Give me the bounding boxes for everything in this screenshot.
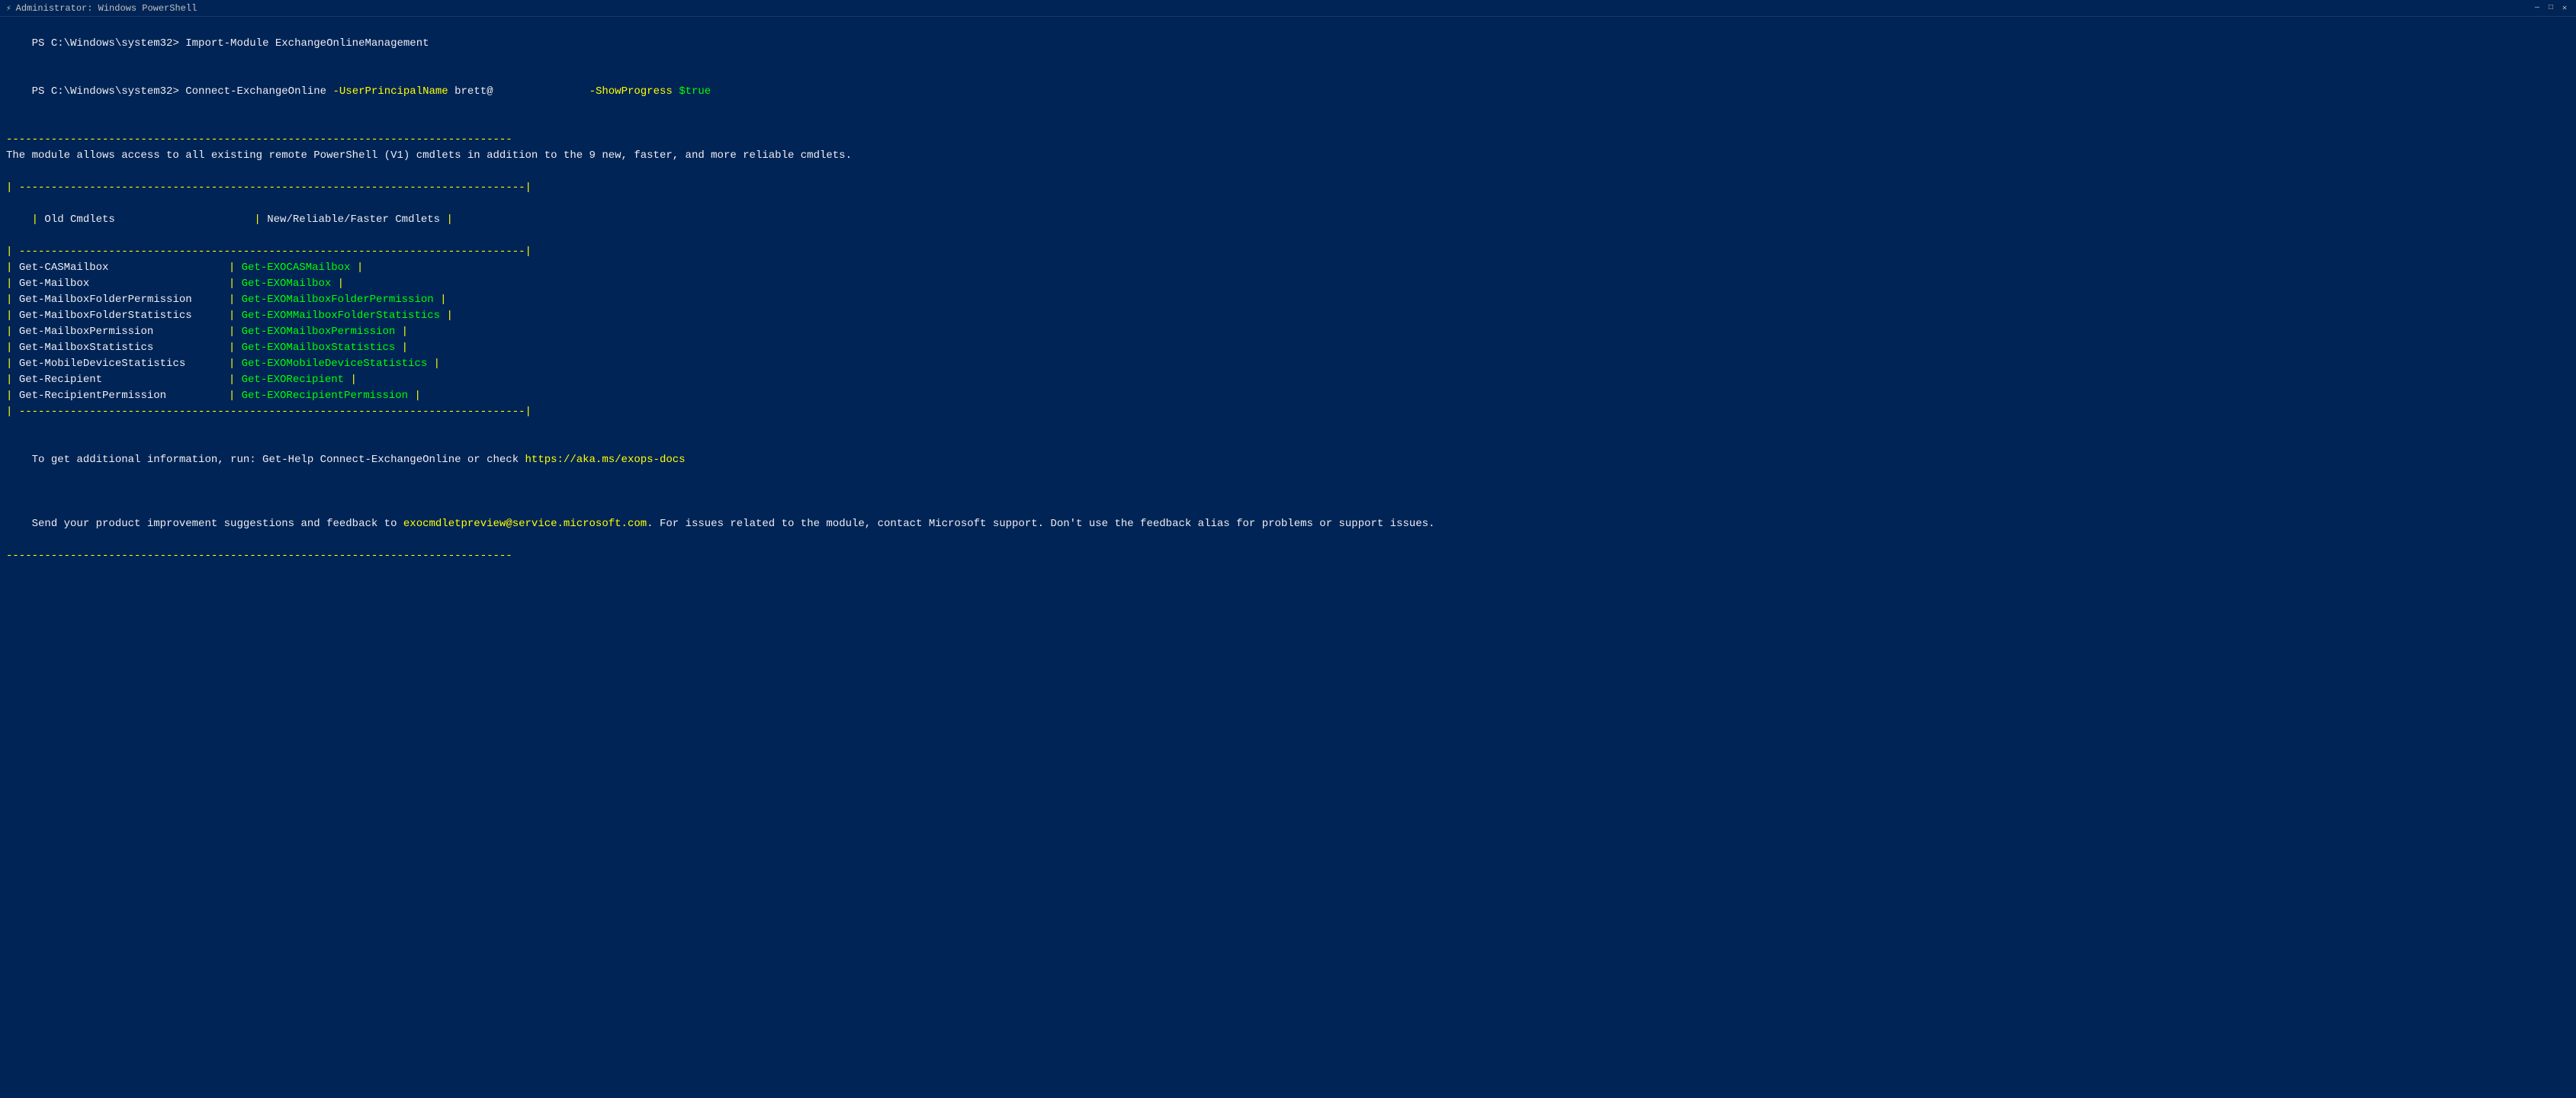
- additional-info-line: To get additional information, run: Get-…: [6, 436, 2570, 484]
- docs-link: https://aka.ms/exops-docs: [525, 454, 686, 466]
- old-cmdlet: Get-MobileDeviceStatistics: [19, 356, 229, 372]
- header-old: Old Cmdlets: [44, 212, 254, 228]
- old-cmdlet: Get-Recipient: [19, 372, 229, 388]
- feedback-line: Send your product improvement suggestion…: [6, 500, 2570, 548]
- table-rows: | Get-CASMailbox| Get-EXOCASMailbox || G…: [6, 260, 2570, 404]
- window-icon: ⚡: [6, 3, 11, 14]
- additional-info-text: To get additional information, run: Get-…: [32, 454, 525, 466]
- table-row: | Get-MobileDeviceStatistics| Get-EXOMob…: [6, 356, 2570, 372]
- table-row: | Get-Mailbox| Get-EXOMailbox |: [6, 276, 2570, 292]
- new-cmdlet: Get-EXORecipientPermission: [242, 390, 408, 402]
- divider-3: | --------------------------------------…: [6, 244, 2570, 260]
- param-1: -UserPrincipalName: [332, 85, 454, 98]
- table-row: | Get-MailboxFolderPermission| Get-EXOMa…: [6, 292, 2570, 308]
- header-new: New/Reliable/Faster Cmdlets: [267, 214, 440, 226]
- old-cmdlet: Get-MailboxFolderPermission: [19, 292, 229, 308]
- feedback-text-2: . For issues related to the module, cont…: [647, 518, 1434, 530]
- import-module-line: PS C:\Windows\system32> Import-Module Ex…: [6, 20, 2570, 68]
- new-cmdlet: Get-EXOMailbox: [242, 278, 332, 290]
- new-cmdlet: Get-EXOMMailboxFolderStatistics: [242, 310, 440, 322]
- table-header: | Old Cmdlets| New/Reliable/Faster Cmdle…: [6, 196, 2570, 244]
- divider-1: ----------------------------------------…: [6, 132, 2570, 148]
- connect-line: PS C:\Windows\system32> Connect-Exchange…: [6, 68, 2570, 116]
- new-cmdlet: Get-EXORecipient: [242, 374, 344, 386]
- table-row: | Get-CASMailbox| Get-EXOCASMailbox |: [6, 260, 2570, 276]
- old-cmdlet: Get-RecipientPermission: [19, 388, 229, 404]
- divider-4: | --------------------------------------…: [6, 404, 2570, 420]
- window-title: Administrator: Windows PowerShell: [16, 3, 198, 14]
- module-info: The module allows access to all existing…: [6, 148, 2570, 164]
- old-cmdlet: Get-MailboxStatistics: [19, 340, 229, 356]
- feedback-text-1: Send your product improvement suggestion…: [32, 518, 403, 530]
- old-cmdlet: Get-CASMailbox: [19, 260, 229, 276]
- table-row: | Get-MailboxFolderStatistics| Get-EXOMM…: [6, 308, 2570, 324]
- old-cmdlet: Get-Mailbox: [19, 276, 229, 292]
- new-cmdlet: Get-EXOMailboxFolderPermission: [242, 294, 434, 306]
- title-bar: ⚡ Administrator: Windows PowerShell — □ …: [0, 0, 2576, 17]
- feedback-email: exocmdletpreview@service.microsoft.com: [403, 518, 647, 530]
- maximize-button[interactable]: □: [2545, 3, 2556, 14]
- prompt-1: PS C:\Windows\system32>: [32, 37, 186, 50]
- bool-value: $true: [679, 85, 711, 98]
- minimize-button[interactable]: —: [2532, 3, 2542, 14]
- old-cmdlet: Get-MailboxFolderStatistics: [19, 308, 229, 324]
- new-cmdlet: Get-EXOMobileDeviceStatistics: [242, 358, 428, 370]
- old-cmdlet: Get-MailboxPermission: [19, 324, 229, 340]
- divider-2: | --------------------------------------…: [6, 180, 2570, 196]
- close-button[interactable]: ✕: [2559, 3, 2570, 14]
- table-row: | Get-RecipientPermission| Get-EXORecipi…: [6, 388, 2570, 404]
- cmd-1: Import-Module ExchangeOnlineManagement: [185, 37, 429, 50]
- cmd-2: Connect-ExchangeOnline: [185, 85, 332, 98]
- table-row: | Get-MailboxStatistics| Get-EXOMailboxS…: [6, 340, 2570, 356]
- value-1: brett@: [454, 85, 493, 98]
- new-cmdlet: Get-EXOCASMailbox: [242, 262, 351, 274]
- prompt-2: PS C:\Windows\system32>: [32, 85, 186, 98]
- table-row: | Get-MailboxPermission| Get-EXOMailboxP…: [6, 324, 2570, 340]
- new-cmdlet: Get-EXOMailboxPermission: [242, 326, 396, 338]
- new-cmdlet: Get-EXOMailboxStatistics: [242, 342, 396, 354]
- divider-5: ----------------------------------------…: [6, 548, 2570, 564]
- terminal-body: PS C:\Windows\system32> Import-Module Ex…: [0, 17, 2576, 567]
- param-2: -ShowProgress: [493, 85, 679, 98]
- table-row: | Get-Recipient| Get-EXORecipient |: [6, 372, 2570, 388]
